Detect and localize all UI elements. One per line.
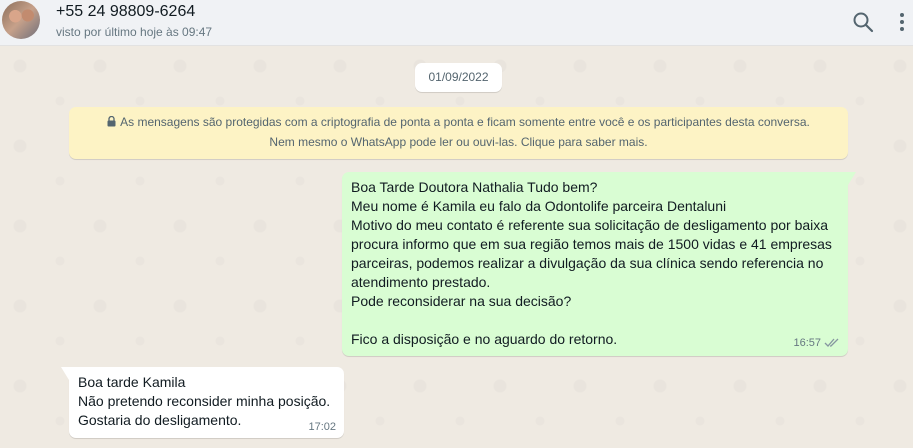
message-line: Boa tarde Kamila [78, 374, 186, 390]
message-line: parceiras, podemos realizar a divulgação… [351, 255, 824, 271]
contact-name[interactable]: +55 24 98809-6264 [56, 3, 195, 21]
double-check-icon [824, 337, 840, 352]
contact-avatar[interactable] [2, 1, 40, 39]
message-meta: 16:57 [793, 336, 840, 352]
message-line: Meu nome é Kamila eu falo da Odontolife … [351, 198, 727, 214]
encryption-notice-line1: As mensagens são protegidas com a cripto… [69, 113, 848, 133]
encryption-text-1: As mensagens são protegidas com a cripto… [120, 115, 810, 129]
message-line: atendimento prestado. [351, 274, 491, 290]
message-line: Boa Tarde Doutora Nathalia Tudo bem? [351, 179, 598, 195]
search-icon[interactable] [851, 10, 875, 34]
last-seen-status: visto por último hoje às 09:47 [56, 25, 213, 39]
message-meta: 17:02 [308, 420, 336, 434]
message-time: 17:02 [308, 421, 336, 433]
message-line: Motivo do meu contato é referente sua so… [351, 217, 829, 233]
lock-icon [107, 114, 116, 133]
message-line: Pode reconsiderar na sua decisão? [351, 293, 572, 309]
encryption-text-2: Nem mesmo o WhatsApp pode ler ou ouvi-la… [269, 135, 648, 149]
menu-icon[interactable] [890, 10, 913, 34]
message-line: procura informo que em sua região temos … [351, 236, 832, 252]
chat-header: +55 24 98809-6264 visto por último hoje … [0, 0, 913, 46]
message-line: Fico a disposição e no aguardo do retorn… [351, 331, 618, 347]
date-chip: 01/09/2022 [415, 63, 502, 92]
encryption-notice[interactable]: As mensagens são protegidas com a cripto… [69, 107, 848, 159]
message-line: Não pretendo reconsider minha posição. [78, 393, 331, 409]
incoming-message[interactable]: Boa tarde Kamila Não pretendo reconsider… [61, 367, 344, 438]
message-line: Gostaria do desligamento. [78, 412, 242, 428]
message-time: 16:57 [793, 337, 821, 349]
outgoing-message[interactable]: Boa Tarde Doutora Nathalia Tudo bem? Meu… [342, 172, 856, 356]
